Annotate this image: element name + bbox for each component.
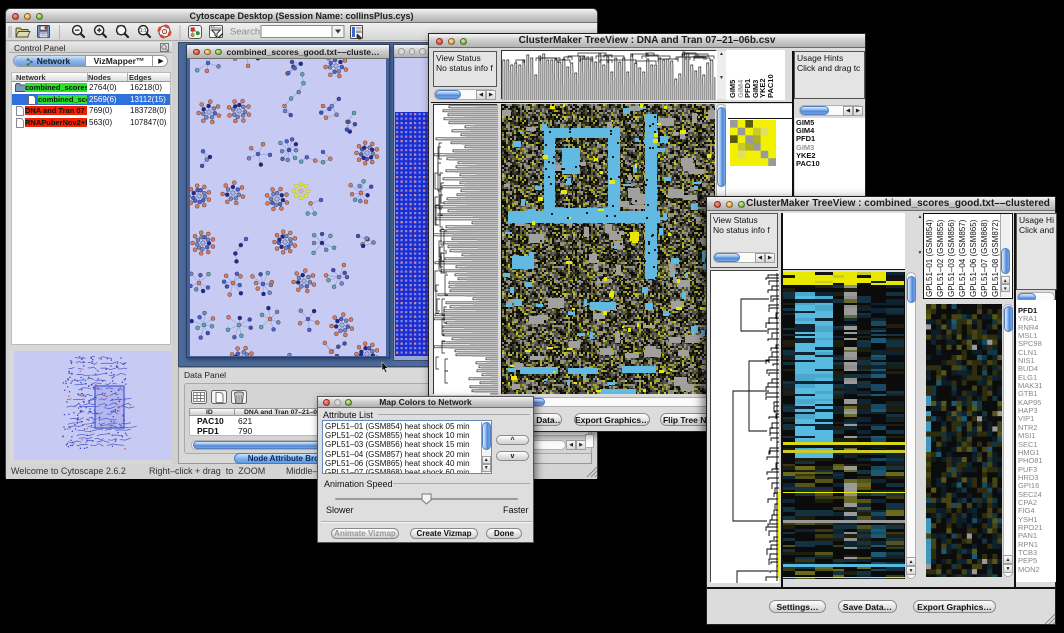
svg-text:Search:: Search: (230, 27, 263, 38)
svg-text:1:1: 1:1 (140, 28, 147, 34)
